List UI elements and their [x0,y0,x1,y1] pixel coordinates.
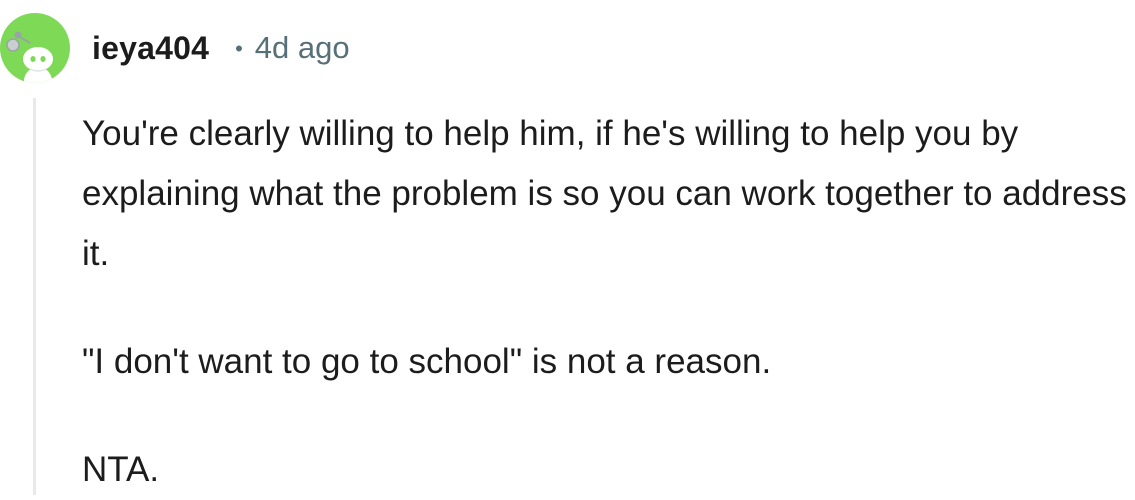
separator-dot: • [235,36,243,61]
thread-line[interactable] [33,98,36,495]
timestamp[interactable]: 4d ago [255,30,350,66]
comment: ieya404 • 4d ago You're clearly willing … [0,0,1135,495]
username[interactable]: ieya404 [92,30,209,67]
comment-paragraph: You're clearly willing to help him, if h… [82,114,1127,273]
user-avatar[interactable] [0,13,70,83]
comment-paragraph: NTA. [82,450,160,489]
comment-body: You're clearly willing to help him, if h… [82,104,1132,500]
snoo-avatar-icon [6,31,53,83]
comment-header: ieya404 • 4d ago [92,26,350,70]
comment-paragraph: "I don't want to go to school" is not a … [82,342,772,381]
